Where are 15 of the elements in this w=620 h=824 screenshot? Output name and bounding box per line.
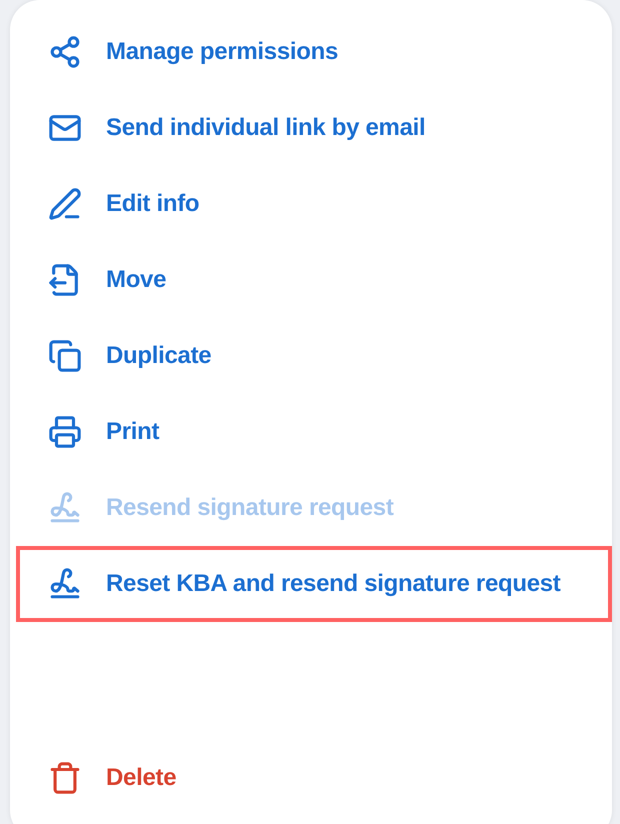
signature-icon	[48, 491, 82, 525]
menu-item[interactable]: Delete	[10, 740, 612, 816]
menu-item[interactable]: Send individual link by email	[10, 90, 612, 166]
menu-item[interactable]: Duplicate	[10, 318, 612, 394]
menu-item[interactable]: Move	[10, 242, 612, 318]
signature-icon	[48, 567, 82, 601]
printer-icon	[48, 415, 82, 449]
menu-item[interactable]: Reset KBA and resend signature request	[16, 546, 612, 622]
pencil-icon	[48, 187, 82, 221]
menu-item[interactable]: Manage permissions	[10, 14, 612, 90]
trash-icon	[48, 761, 82, 795]
menu-item[interactable]: Edit info	[10, 166, 612, 242]
menu-item[interactable]: Print	[10, 394, 612, 470]
copy-icon	[48, 339, 82, 373]
share-icon	[48, 35, 82, 69]
